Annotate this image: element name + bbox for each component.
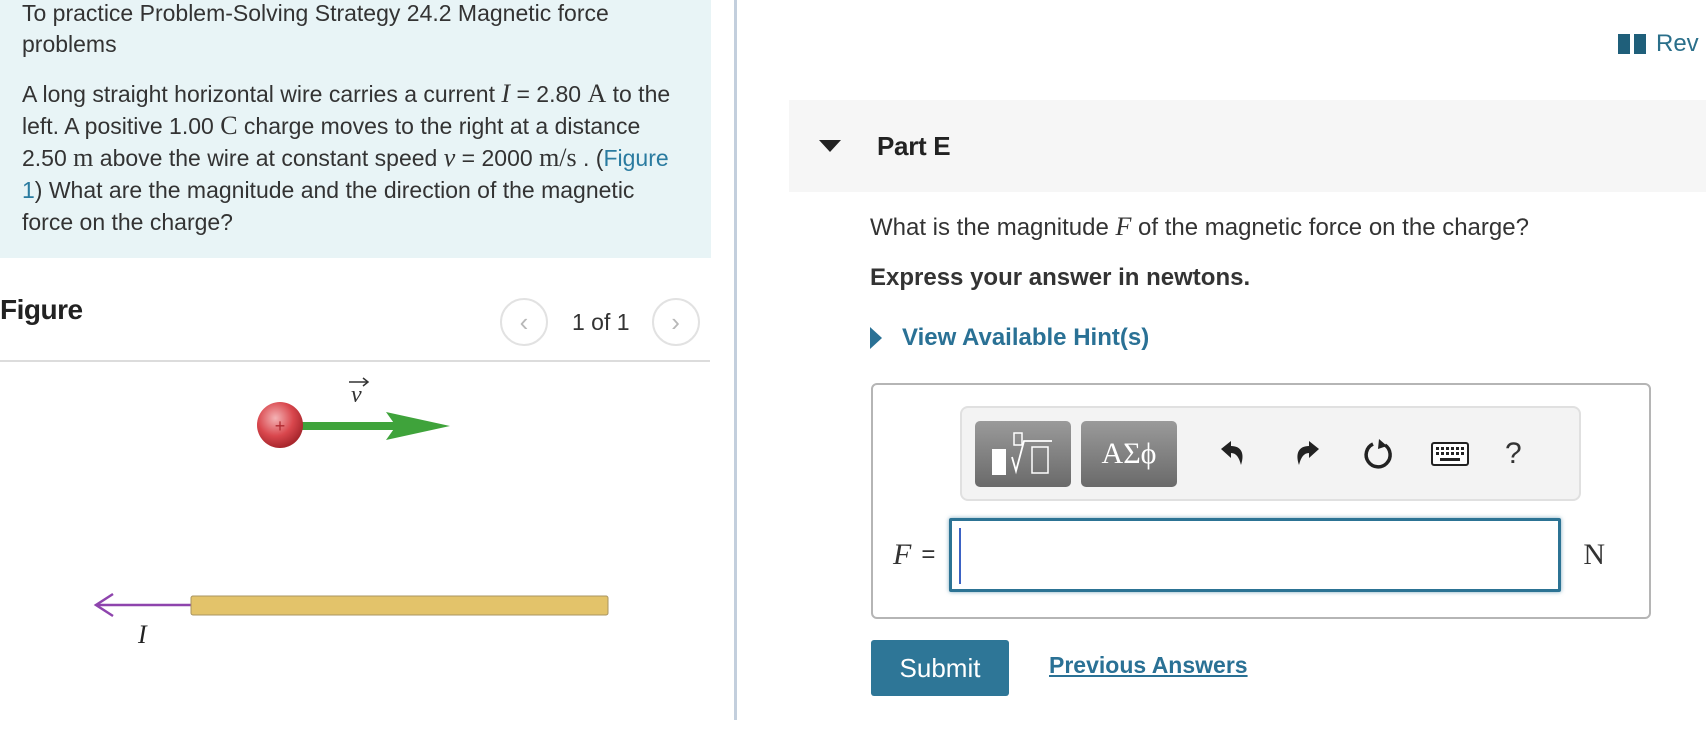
velocity-arrow — [288, 412, 450, 440]
velocity-label: v — [349, 377, 370, 408]
review-label: Rev — [1656, 30, 1699, 57]
statement-text: = 2.80 — [510, 81, 588, 107]
svg-text:v: v — [351, 382, 362, 408]
reset-icon — [1364, 438, 1392, 469]
greek-symbols-button[interactable]: ΑΣϕ — [1081, 420, 1177, 487]
prev-figure-button[interactable]: ‹ — [500, 298, 548, 346]
question-part: What is the magnitude — [870, 214, 1116, 241]
problem-pane: To practice Problem-Solving Strategy 24.… — [0, 0, 711, 740]
answer-unit: N — [1583, 538, 1606, 571]
positive-charge: + — [257, 402, 303, 448]
unit-meter: m — [73, 143, 94, 172]
next-figure-button[interactable]: › — [651, 298, 700, 346]
unit-ampere: A — [587, 79, 607, 108]
wire — [190, 595, 609, 616]
view-hints-link[interactable]: View Available Hint(s) — [870, 324, 1149, 352]
caret-down-icon — [819, 140, 841, 152]
hint-label: View Available Hint(s) — [902, 324, 1150, 351]
figure-illustration: v + I — [93, 377, 609, 649]
equals-sign: = — [921, 541, 936, 568]
redo-button[interactable] — [1281, 429, 1331, 479]
reset-button[interactable] — [1353, 429, 1403, 479]
undo-button[interactable] — [1209, 429, 1259, 479]
problem-intro: To practice Problem-Solving Strategy 24.… — [0, 0, 711, 258]
undo-icon — [1221, 440, 1243, 465]
current-label: I — [137, 620, 148, 649]
chevron-left-icon: ‹ — [519, 306, 529, 337]
part-title: Part E — [877, 130, 951, 161]
question-part: of the magnetic force on the charge? — [1131, 214, 1529, 241]
templates-button[interactable] — [975, 420, 1071, 487]
unit-coulomb: C — [220, 111, 238, 140]
statement-text: . ( — [576, 145, 604, 171]
svg-text:+: + — [275, 416, 286, 436]
figure-title: Figure — [0, 294, 83, 325]
unit-meters-per-second: m/s — [539, 143, 577, 172]
submit-button[interactable]: Submit — [871, 640, 1009, 696]
review-link[interactable]: Rev — [1618, 30, 1699, 58]
speed-symbol: v — [443, 143, 456, 172]
help-button[interactable]: ? — [1505, 437, 1522, 471]
question-text: What is the magnitude F of the magnetic … — [870, 212, 1529, 242]
figure-header: Figure ‹ 1 of 1 › — [0, 290, 710, 362]
problem-statement: A long straight horizontal wire carries … — [22, 78, 689, 238]
pager-text: 1 of 1 — [572, 308, 630, 335]
problem-title: To practice Problem-Solving Strategy 24.… — [22, 0, 609, 57]
answer-row: F = N — [893, 518, 1605, 592]
text-cursor — [959, 528, 962, 584]
figure-pager: ‹ 1 of 1 › — [500, 298, 700, 346]
keyboard-icon — [1431, 441, 1469, 466]
current-arrow — [93, 592, 192, 618]
part-e-header[interactable]: Part E — [789, 100, 1706, 192]
statement-text: = 2000 — [455, 145, 540, 171]
redo-icon — [1297, 440, 1319, 465]
answer-input[interactable] — [949, 518, 1562, 592]
answer-variable: F — [893, 538, 912, 571]
answer-instruction: Express your answer in newtons. — [870, 264, 1251, 291]
force-symbol: F — [1115, 212, 1132, 241]
statement-text: ) What are the magnitude and the directi… — [22, 177, 635, 235]
book-icon — [1618, 34, 1646, 54]
answer-box: ΑΣϕ ? F = N — [871, 383, 1651, 619]
statement-text: above the wire at constant speed — [93, 145, 444, 171]
previous-answers-link[interactable]: Previous Answers — [1049, 652, 1248, 679]
statement-text: A long straight horizontal wire carries … — [22, 81, 502, 107]
chevron-right-icon: › — [671, 306, 680, 337]
caret-right-icon — [870, 327, 882, 349]
templates-icon — [992, 431, 1052, 475]
math-toolbar: ΑΣϕ ? — [960, 406, 1581, 501]
answer-pane: Rev Part E What is the magnitude F of th… — [737, 0, 1706, 740]
current-symbol: I — [501, 79, 511, 108]
keyboard-button[interactable] — [1425, 429, 1475, 479]
